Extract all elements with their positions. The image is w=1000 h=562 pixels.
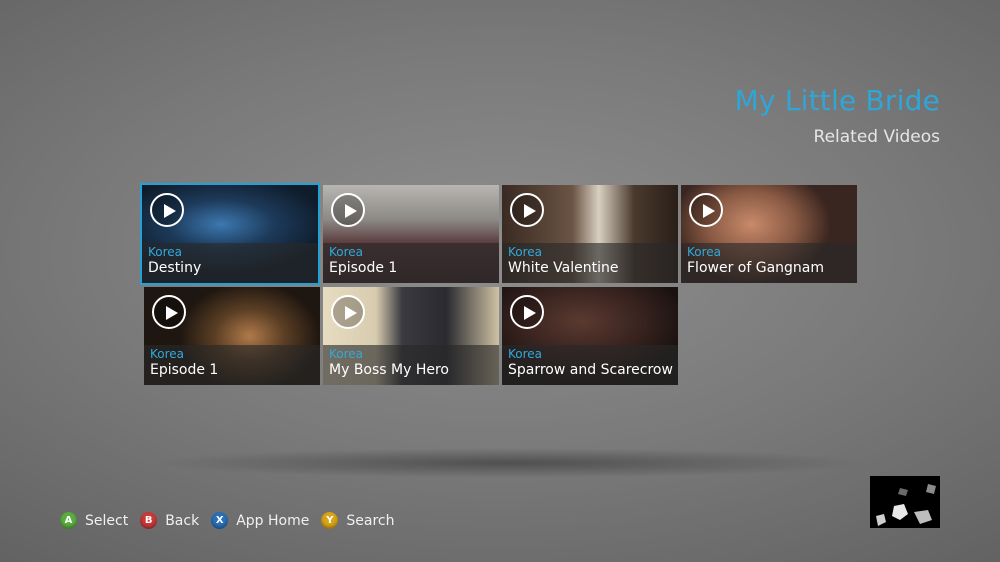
tile-caption: Korea Episode 1 (144, 345, 320, 385)
tile-caption: Korea Destiny (142, 243, 318, 283)
tile-title: Flower of Gangnam (687, 260, 824, 276)
tile-caption: Korea Sparrow and Scarecrow (502, 345, 678, 385)
video-tile-flower-of-gangnam[interactable]: Korea Flower of Gangnam (681, 185, 857, 283)
play-icon (510, 295, 544, 329)
tile-caption: Korea Flower of Gangnam (681, 243, 857, 283)
floor-shadow (150, 448, 870, 478)
video-tile-my-boss-my-hero[interactable]: Korea My Boss My Hero (323, 287, 499, 385)
play-icon (510, 193, 544, 227)
tile-category: Korea (508, 245, 543, 259)
b-button-icon: B (140, 512, 158, 529)
play-icon (331, 295, 365, 329)
preview-thumbnail (870, 476, 940, 528)
tile-category: Korea (508, 347, 543, 361)
tile-title: My Boss My Hero (329, 362, 449, 378)
play-icon (331, 193, 365, 227)
tile-title: Episode 1 (150, 362, 219, 378)
tile-caption: Korea My Boss My Hero (323, 345, 499, 385)
video-tile-destiny[interactable]: Korea Destiny (140, 183, 320, 285)
legend-label: Back (165, 512, 200, 529)
legend-label: Select (85, 512, 129, 529)
legend-search[interactable]: Y Search (321, 512, 394, 529)
video-tile-episode-1-b[interactable]: Korea Episode 1 (144, 287, 320, 385)
controller-legend: A Select B Back X App Home Y Search (60, 512, 406, 529)
play-icon (150, 193, 184, 227)
tile-caption: Korea White Valentine (502, 243, 678, 283)
tile-title: White Valentine (508, 260, 619, 276)
tile-caption: Korea Episode 1 (323, 243, 499, 283)
video-preview-window (870, 476, 940, 528)
tile-category: Korea (150, 347, 185, 361)
legend-label: Search (346, 512, 395, 529)
legend-label: App Home (236, 512, 310, 529)
legend-back[interactable]: B Back (140, 512, 199, 529)
tile-title: Episode 1 (329, 260, 398, 276)
x-button-icon: X (211, 512, 229, 529)
play-icon (152, 295, 186, 329)
video-tile-episode-1[interactable]: Korea Episode 1 (323, 185, 499, 283)
tile-title: Destiny (148, 260, 202, 276)
tile-category: Korea (148, 245, 183, 259)
y-button-icon: Y (321, 512, 339, 529)
legend-select[interactable]: A Select (60, 512, 128, 529)
tile-category: Korea (687, 245, 722, 259)
video-tile-sparrow-and-scarecrow[interactable]: Korea Sparrow and Scarecrow (502, 287, 678, 385)
tile-title: Sparrow and Scarecrow (508, 362, 673, 378)
tile-category: Korea (329, 347, 364, 361)
video-tile-white-valentine[interactable]: Korea White Valentine (502, 185, 678, 283)
play-icon (689, 193, 723, 227)
tile-category: Korea (329, 245, 364, 259)
legend-app-home[interactable]: X App Home (211, 512, 309, 529)
a-button-icon: A (60, 512, 77, 529)
